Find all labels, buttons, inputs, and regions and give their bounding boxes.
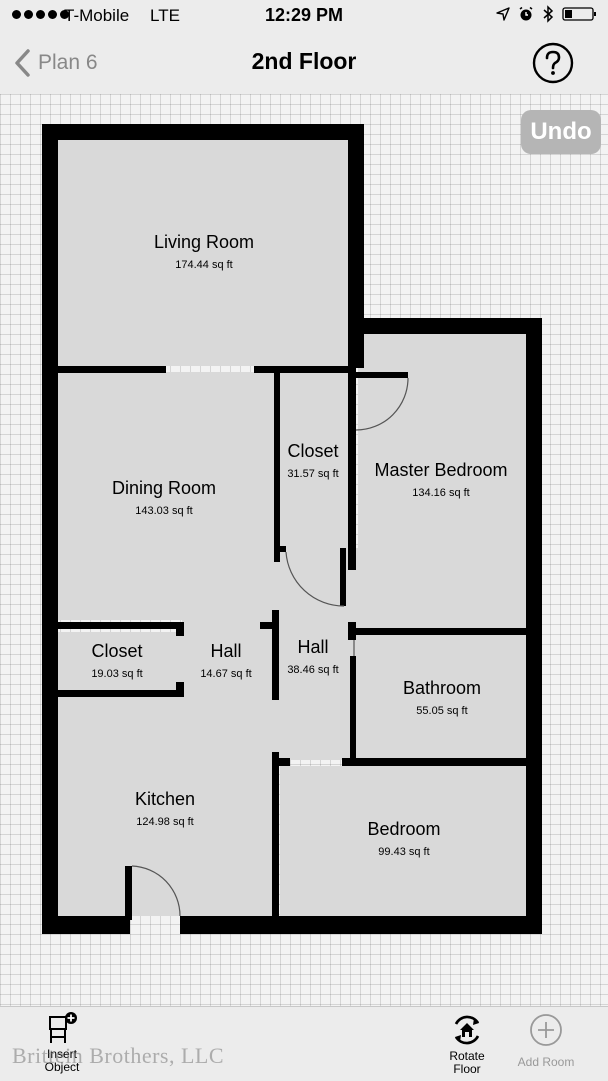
room-area: 99.43 sq ft	[378, 846, 430, 858]
wall-master-bottom	[356, 628, 526, 635]
wall-hall-mid	[272, 610, 279, 700]
room-name: Master Bedroom	[374, 460, 508, 480]
label-closet-left[interactable]: Closet 19.03 sq ft	[91, 641, 142, 680]
undo-button[interactable]: Undo	[521, 110, 601, 154]
room-area: 124.98 sq ft	[136, 816, 194, 828]
wall-closet-right	[348, 332, 356, 570]
chair-plus-icon	[49, 1012, 77, 1043]
room-area: 31.57 sq ft	[287, 468, 339, 480]
label-kitchen[interactable]: Kitchen 124.98 sq ft	[135, 789, 195, 828]
navigation-bar: Plan 6 2nd Floor	[0, 32, 608, 94]
wall-closet-stub	[274, 546, 286, 552]
room-name: Dining Room	[111, 478, 217, 498]
wall-outer-left	[42, 124, 58, 934]
wall-dining-closet-top	[58, 622, 184, 629]
wall-kitchen-right	[272, 752, 279, 918]
help-button[interactable]	[532, 42, 574, 84]
wall-outer-step-top	[348, 318, 542, 334]
add-room-label: Add Room	[517, 1055, 575, 1069]
bluetooth-icon	[543, 5, 554, 23]
label-closet-center[interactable]: Closet 31.57 sq ft	[287, 441, 338, 480]
status-icons	[496, 5, 598, 23]
rotate-floor-button[interactable]: Rotate Floor	[440, 1013, 494, 1076]
room-name: Bathroom	[402, 678, 482, 698]
label-bathroom[interactable]: Bathroom 55.05 sq ft	[403, 678, 481, 717]
room-area: 174.44 sq ft	[175, 259, 233, 271]
room-area: 134.16 sq ft	[412, 487, 470, 499]
wall-outer-bottom-right	[180, 916, 542, 934]
label-hall-center[interactable]: Hall 38.46 sq ft	[287, 637, 338, 676]
room-area: 143.03 sq ft	[135, 505, 193, 517]
room-name: Hall	[210, 641, 242, 661]
status-bar: T-Mobile LTE 12:29 PM	[0, 0, 608, 32]
floor-plan-canvas[interactable]: Undo Living Room 174.44 sq ft Dining Roo…	[0, 94, 608, 1006]
rotate-floor-label-line2: Floor	[453, 1062, 481, 1076]
wall-bath-left	[350, 656, 356, 760]
room-area: 55.05 sq ft	[416, 705, 468, 717]
alarm-clock-icon	[519, 6, 533, 21]
rotate-house-icon	[454, 1015, 480, 1045]
location-arrow-icon	[496, 7, 510, 21]
room-filler-kitchen-door	[130, 894, 182, 916]
wall-closet-left	[274, 372, 280, 562]
room-area: 14.67 sq ft	[200, 668, 252, 680]
wall-living-dining-right	[254, 366, 350, 373]
wall-bedroom-stub	[276, 758, 290, 766]
label-hall-left[interactable]: Hall 14.67 sq ft	[200, 641, 251, 680]
label-living-room[interactable]: Living Room 174.44 sq ft	[154, 232, 254, 271]
wall-outer-right	[526, 318, 542, 934]
wall-living-dining-left	[58, 366, 166, 373]
room-area: 38.46 sq ft	[287, 664, 339, 676]
wall-kitchen-door-jamb	[125, 866, 132, 920]
battery-icon	[562, 7, 596, 21]
wall-closet-left-jamb-bottom	[176, 682, 184, 694]
room-name: Closet	[287, 441, 339, 461]
question-mark-icon	[532, 42, 574, 84]
room-area: 19.03 sq ft	[91, 668, 143, 680]
wall-bath-jamb-upper	[348, 622, 356, 640]
room-name: Bedroom	[367, 819, 441, 839]
room-name: Kitchen	[134, 789, 196, 809]
page-title: 2nd Floor	[251, 48, 357, 74]
bottom-toolbar: Insert Object Rotate Floor Add Room Brit…	[0, 1006, 608, 1081]
room-name: Living Room	[153, 232, 255, 252]
wall-bath-bottom	[342, 758, 526, 766]
label-dining-room[interactable]: Dining Room 143.03 sq ft	[112, 478, 216, 517]
room-name: Hall	[297, 637, 329, 657]
label-bedroom[interactable]: Bedroom 99.43 sq ft	[367, 819, 440, 858]
wall-master-door-header	[354, 372, 408, 378]
label-master-bedroom[interactable]: Master Bedroom 134.16 sq ft	[374, 460, 507, 499]
wall-closet-left-jamb-top	[176, 622, 184, 636]
add-room-button[interactable]: Add Room	[508, 1013, 584, 1069]
wall-outer-bottom-left	[42, 916, 130, 934]
wall-outer-top	[42, 124, 364, 140]
room-name: Closet	[91, 641, 143, 661]
plus-circle-icon	[530, 1014, 562, 1046]
wall-hall-jamb-upper	[340, 548, 346, 606]
watermark: Brittein Brothers, LLC	[12, 1043, 225, 1068]
wall-closet-kitchen	[58, 690, 184, 697]
